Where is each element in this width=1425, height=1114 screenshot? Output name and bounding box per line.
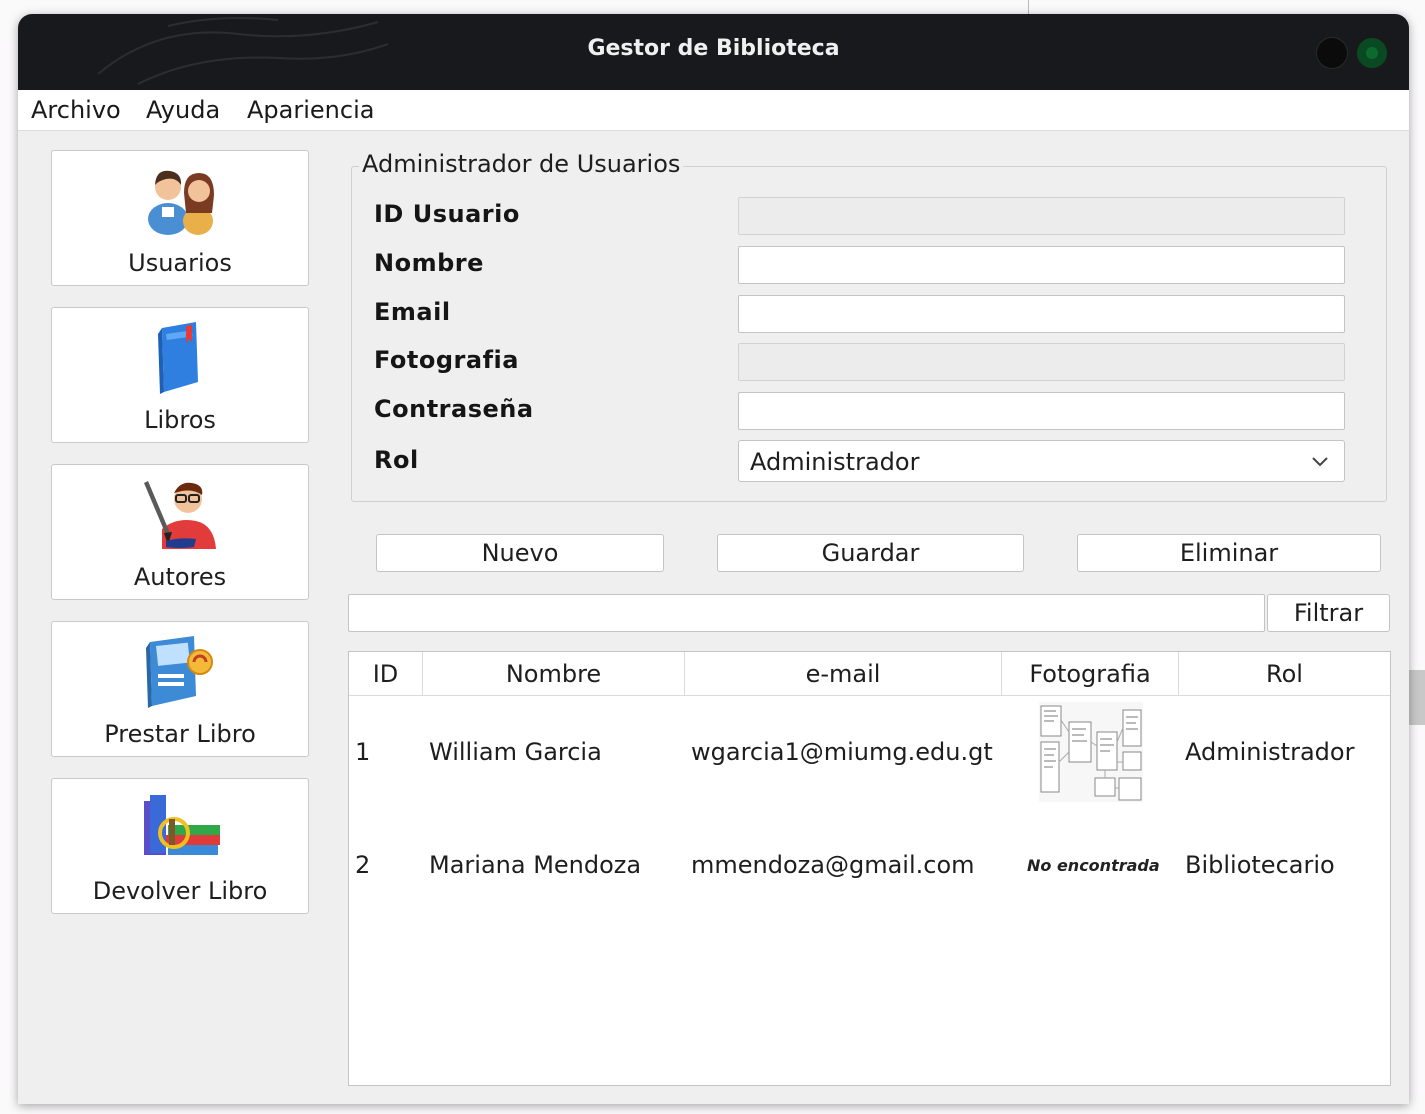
sidebar-item-devolver-libro[interactable]: Devolver Libro: [51, 778, 309, 914]
table-cell-id[interactable]: 2: [355, 851, 370, 879]
sidebar-item-label: Usuarios: [128, 249, 232, 277]
table-cell-nombre[interactable]: Mariana Mendoza: [429, 851, 641, 879]
users-icon: [148, 170, 214, 235]
nombre-field[interactable]: [738, 246, 1345, 284]
filter-input[interactable]: [348, 594, 1265, 632]
column-header-fotografia[interactable]: Fotografia: [1002, 652, 1179, 696]
label-nombre: Nombre: [374, 249, 484, 277]
table-cell-rol[interactable]: Bibliotecario: [1185, 851, 1335, 879]
users-table[interactable]: ID Nombre e-mail Fotografia Rol 1 Willia…: [348, 651, 1391, 1086]
photo-not-found-text[interactable]: No encontrada: [1027, 856, 1160, 875]
table-cell-nombre[interactable]: William Garcia: [429, 738, 602, 766]
user-photo-thumbnail[interactable]: [1039, 702, 1143, 802]
sidebar-item-label: Libros: [144, 406, 216, 434]
eliminar-button[interactable]: Eliminar: [1077, 534, 1381, 572]
sidebar-item-prestar-libro[interactable]: Prestar Libro: [51, 621, 309, 757]
column-header-nombre[interactable]: Nombre: [423, 652, 685, 696]
column-header-id[interactable]: ID: [349, 652, 423, 696]
column-header-email[interactable]: e-mail: [685, 652, 1002, 696]
email-field[interactable]: [738, 295, 1345, 333]
menu-ayuda[interactable]: Ayuda: [146, 96, 220, 124]
menu-bar: Archivo Ayuda Apariencia: [18, 90, 1409, 131]
window-title: Gestor de Biblioteca: [587, 36, 840, 61]
book-icon: [158, 322, 198, 394]
title-bar[interactable]: Gestor de Biblioteca: [18, 14, 1409, 90]
contrasena-field[interactable]: [738, 392, 1345, 430]
nuevo-button[interactable]: Nuevo: [376, 534, 664, 572]
sidebar-item-label: Devolver Libro: [92, 877, 268, 905]
minimize-button[interactable]: [1316, 37, 1348, 69]
guardar-button[interactable]: Guardar: [717, 534, 1024, 572]
sidebar-item-usuarios[interactable]: Usuarios: [51, 150, 309, 286]
label-id-usuario: ID Usuario: [374, 200, 520, 228]
table-cell-rol[interactable]: Administrador: [1185, 738, 1354, 766]
label-contrasena: Contraseña: [374, 395, 534, 423]
menu-archivo[interactable]: Archivo: [31, 96, 121, 124]
lend-book-icon: [146, 636, 213, 708]
close-button[interactable]: [1356, 37, 1388, 69]
label-email: Email: [374, 298, 451, 326]
chevron-down-icon: [1312, 457, 1328, 467]
filtrar-button[interactable]: Filtrar: [1267, 594, 1390, 632]
return-book-icon: [144, 795, 220, 855]
sidebar-item-label: Autores: [133, 563, 227, 591]
background-scrollbar: [1408, 670, 1425, 725]
column-header-rol[interactable]: Rol: [1179, 652, 1390, 696]
menu-apariencia[interactable]: Apariencia: [247, 96, 374, 124]
author-icon: [144, 481, 216, 549]
fotografia-field[interactable]: [738, 343, 1345, 381]
rol-select[interactable]: Administrador: [738, 440, 1345, 482]
label-rol: Rol: [374, 446, 419, 474]
table-cell-email[interactable]: mmendoza@gmail.com: [691, 851, 975, 879]
sidebar-item-libros[interactable]: Libros: [51, 307, 309, 443]
sidebar-item-autores[interactable]: Autores: [51, 464, 309, 600]
table-cell-email[interactable]: wgarcia1@miumg.edu.gt: [691, 738, 993, 766]
app-window: Gestor de Biblioteca Archivo Ayuda Apari…: [18, 14, 1409, 1104]
sidebar-item-label: Prestar Libro: [104, 720, 256, 748]
rol-select-value: Administrador: [750, 448, 920, 476]
groupbox-title: Administrador de Usuarios: [359, 150, 684, 178]
label-fotografia: Fotografia: [374, 346, 519, 374]
id-usuario-field[interactable]: [738, 197, 1345, 235]
table-cell-id[interactable]: 1: [355, 738, 370, 766]
